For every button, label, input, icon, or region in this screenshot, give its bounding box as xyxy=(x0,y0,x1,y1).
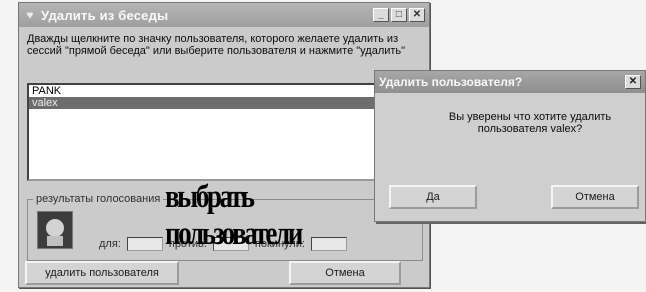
votes-for-label: для: xyxy=(99,238,121,250)
dialog-titlebar: Удалить пользователя? ✕ xyxy=(375,71,645,93)
main-titlebar: ♥ Удалить из беседы _ □ ✕ xyxy=(19,3,429,27)
dialog-title: Удалить пользователя? xyxy=(379,75,523,89)
votes-label: результаты голосования xyxy=(33,193,164,205)
remove-user-button[interactable]: удалить пользователя xyxy=(25,261,179,285)
users-listbox[interactable]: PANK valex xyxy=(27,83,423,181)
minimize-icon[interactable]: _ xyxy=(373,8,389,22)
votes-for-field xyxy=(126,237,163,251)
instructions-text: Дважды щелкните по значку пользователя, … xyxy=(27,33,406,57)
close-icon[interactable]: ✕ xyxy=(409,8,425,22)
main-window-title: Удалить из беседы xyxy=(41,7,169,23)
confirm-remove-dialog: Удалить пользователя? ✕ Вы уверены что х… xyxy=(374,70,646,222)
user-avatar-icon xyxy=(37,211,73,249)
dialog-message: Вы уверены что хотите удалить пользовате… xyxy=(448,111,612,135)
dialog-cancel-button[interactable]: Отмена xyxy=(551,185,639,209)
cancel-button[interactable]: Отмена xyxy=(289,261,401,285)
overlay-stamp-text: выбрать пользователи xyxy=(165,179,303,252)
list-item-selected[interactable]: valex xyxy=(29,97,421,109)
window-controls: _ □ ✕ xyxy=(373,8,425,22)
list-item[interactable]: PANK xyxy=(29,85,421,97)
maximize-icon[interactable]: □ xyxy=(391,8,407,22)
chat-app-icon: ♥ xyxy=(26,8,34,22)
dialog-close-icon[interactable]: ✕ xyxy=(625,75,641,89)
yes-button[interactable]: Да xyxy=(389,185,477,209)
remove-from-chat-window: ♥ Удалить из беседы _ □ ✕ Дважды щелкнит… xyxy=(18,2,430,288)
